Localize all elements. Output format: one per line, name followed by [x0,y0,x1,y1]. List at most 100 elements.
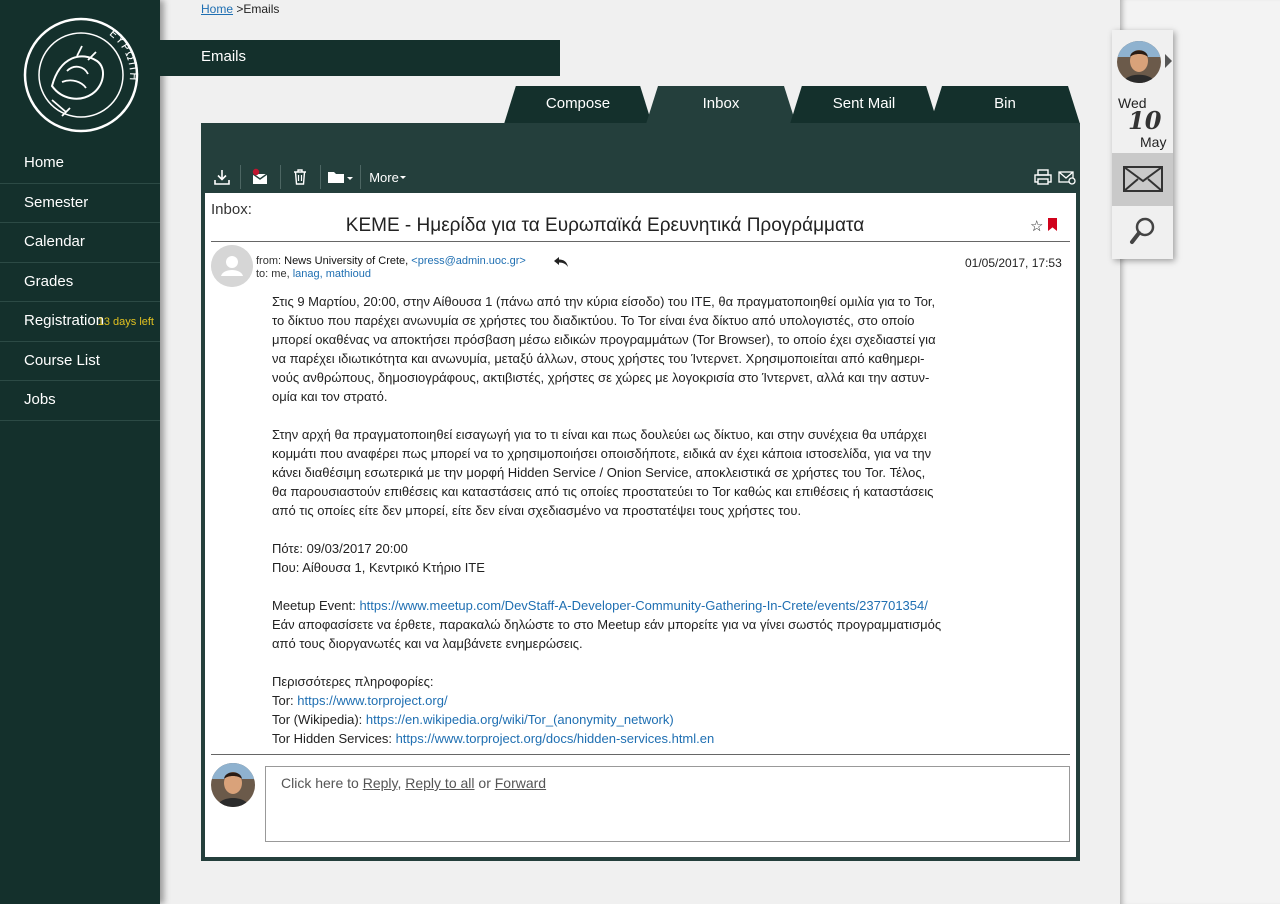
chevron-down-icon [399,176,406,179]
star-icon[interactable]: ☆ [1030,217,1043,235]
from-prefix: from: [256,255,282,267]
text-line: νούς ανθρώπους, δημοσιογράφους, ακτιβιστ… [272,370,930,385]
move-folder-icon[interactable] [325,165,355,189]
to-prefix: to: me, [256,268,290,280]
sidebar-item-label: Jobs [24,391,56,408]
more-menu-button[interactable]: More [365,165,411,189]
tab-label: Inbox [702,95,740,112]
tab-inbox[interactable]: Inbox [646,86,796,124]
sidebar-item-registration[interactable]: Registration 13 days left [0,302,160,342]
mail-toolbar: More [201,161,1080,193]
more-info-paragraph: Περισσότερες πληροφορίες: Tor: https://w… [272,672,1017,748]
text-line: Στην αρχή θα πραγματοποιηθεί εισαγωγή γι… [272,427,927,442]
download-icon[interactable] [209,165,235,189]
more-info-label: Περισσότερες πληροφορίες: [272,674,434,689]
sidebar-item-calendar[interactable]: Calendar [0,223,160,263]
text-line: μπορεί οκαθένας να αποκτήσει πρόσβαση μέ… [272,332,936,347]
reply-link[interactable]: Reply [363,775,398,791]
message-paragraph: Στην αρχή θα πραγματοποιηθεί εισαγωγή γι… [272,425,1017,520]
breadcrumb-home-link[interactable]: Home [201,2,233,16]
text-line: ομία και τον στρατό. [272,389,388,404]
tab-label: Compose [545,95,611,112]
person-placeholder-icon [211,245,253,287]
email-message: Στις 9 Μαρτίου, 20:00, στην Αίθουσα 1 (π… [272,292,1017,767]
calendar-month: May [1140,134,1167,150]
sidebar-item-grades[interactable]: Grades [0,263,160,302]
tab-bin[interactable]: Bin [930,86,1080,124]
sidebar-item-label: Course List [24,351,100,369]
hidden-services-link[interactable]: https://www.torproject.org/docs/hidden-s… [396,731,715,746]
meetup-label: Meetup Event: [272,598,356,613]
event-details: Πότε: 09/03/2017 20:00 Που: Αίθουσα 1, Κ… [272,539,1017,577]
wikipedia-link[interactable]: https://en.wikipedia.org/wiki/Tor_(anony… [366,712,674,727]
mark-unread-icon[interactable] [247,165,273,189]
sidebar-item-label: Grades [24,272,74,290]
email-view: Inbox: ΚΕΜΕ - Ημερίδα για τα Ευρωπαϊκά Ε… [205,193,1076,857]
university-logo[interactable]: ΕΥΡΩΠΗ [22,16,140,134]
more-label: More [369,169,399,185]
tab-label: Bin [994,95,1016,112]
reply-comma: , [397,775,402,791]
sidebar-item-label: Home [24,154,65,171]
toolbar-separator [280,165,281,189]
email-date: 01/05/2017, 17:53 [965,256,1062,270]
sender-name: News University of Crete, [284,255,409,267]
text-line: θα παρουσιαστούν επιθέσεις και καταστάσε… [272,484,934,499]
divider [211,241,1070,242]
toolbar-separator [320,165,321,189]
reply-all-link[interactable]: Reply to all [405,775,474,791]
sidebar-item-semester[interactable]: Semester [0,184,160,223]
mail-panel: More Inbox: ΚΕΜΕ - Ημερίδα για τα Ευρωπα… [201,123,1080,861]
toolbar-separator [360,165,361,189]
tab-compose[interactable]: Compose [504,86,652,124]
sender-email[interactable]: <press@admin.uoc.gr> [411,255,526,267]
sidebar-item-jobs[interactable]: Jobs [0,381,160,421]
quick-reply-box[interactable]: Click here to Reply, Reply to all or For… [265,766,1070,842]
mail-icon[interactable] [1112,153,1173,206]
caret-right-icon[interactable] [1165,54,1172,68]
search-icon[interactable] [1112,208,1173,258]
sidebar-item-label: Registration [24,312,105,329]
text-line: κομμάτι που αναφέρει πως μπορεί να το χρ… [272,446,932,461]
link-label: Tor (Wikipedia): [272,712,363,727]
calendar-date: 10 [1128,106,1162,135]
meetup-link[interactable]: https://www.meetup.com/DevStaff-A-Develo… [359,598,927,613]
text-line: να παρέχει ιδιωτικότητα και ανωνυμία, με… [272,351,925,366]
reply-icon[interactable] [553,255,569,271]
print-icon[interactable] [1031,165,1055,189]
text-line: από τις οποίες είτε δεν μπορεί, είτε δεν… [272,503,802,518]
divider [211,754,1070,755]
text-line: από τους διοργανωτές και να λαμβάνετε εν… [272,636,583,651]
breadcrumb-current: Emails [243,2,280,16]
to-line: to: me, lanag, mathioud [256,268,371,280]
trash-icon[interactable] [287,165,313,189]
sidebar-item-label: Semester [24,193,89,211]
user-avatar [211,763,255,807]
page-title: Emails [160,40,560,76]
text-line: κάνει διαθέσιμη εσωτερικά με την μορφή H… [272,465,926,480]
tor-link[interactable]: https://www.torproject.org/ [297,693,447,708]
forward-link[interactable]: Forward [495,775,546,791]
bookmark-flag-icon[interactable] [1048,218,1057,231]
event-where: Που: Αίθουσα 1, Κεντρικό Κτήριο ΙΤΕ [272,560,485,575]
from-line: from: News University of Crete, <press@a… [256,255,526,267]
sidebar-item-course-list[interactable]: Course List [0,342,160,381]
text-line: Στις 9 Μαρτίου, 20:00, στην Αίθουσα 1 (π… [272,294,936,309]
text-line: το δίκτυο που παρέχει ανωνυμία σε χρήστε… [272,313,915,328]
mail-settings-icon[interactable] [1055,165,1079,189]
recipients[interactable]: lanag, mathioud [293,268,371,280]
sidebar-item-home[interactable]: Home [0,144,160,184]
tab-sent-mail[interactable]: Sent Mail [790,86,938,124]
sender-avatar [211,245,253,287]
text-line: Εάν αποφασίσετε να έρθετε, παρακαλώ δηλώ… [272,617,942,632]
registration-deadline-badge: 13 days left [97,316,154,328]
profile-avatar[interactable] [1117,41,1161,83]
tab-label: Sent Mail [832,95,896,112]
email-subject: ΚΕΜΕ - Ημερίδα για τα Ευρωπαϊκά Ερευνητι… [345,215,865,236]
reply-prefix: Click here to [281,775,359,791]
sidebar: ΕΥΡΩΠΗ Home Semester Calendar Grades Reg… [0,0,160,904]
toolbar-separator [240,165,241,189]
link-label: Tor Hidden Services: [272,731,392,746]
meetup-paragraph: Meetup Event: https://www.meetup.com/Dev… [272,596,1017,653]
sidebar-nav: Home Semester Calendar Grades Registrati… [0,144,160,421]
